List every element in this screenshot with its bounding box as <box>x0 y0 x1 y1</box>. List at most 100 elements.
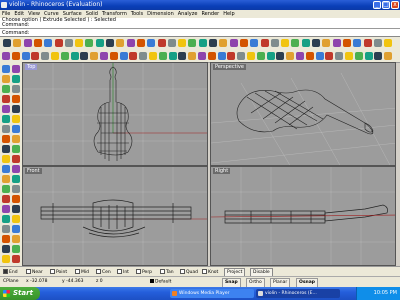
standard-tool-icon[interactable] <box>23 39 32 47</box>
standard-tool-icon[interactable] <box>54 39 63 47</box>
layer-swatch[interactable]: Default <box>150 279 171 285</box>
palette-tool-icon[interactable] <box>2 245 10 253</box>
palette-tool-icon[interactable] <box>2 85 10 93</box>
menu-render[interactable]: Render <box>199 10 221 18</box>
standard-tool-icon[interactable] <box>353 39 362 47</box>
view-tool-icon[interactable] <box>384 52 393 60</box>
view-tool-icon[interactable] <box>139 52 148 60</box>
standard-tool-icon[interactable] <box>363 39 372 47</box>
palette-tool-icon[interactable] <box>12 75 20 83</box>
view-tool-icon[interactable] <box>119 52 128 60</box>
palette-tool-icon[interactable] <box>2 155 10 163</box>
palette-tool-icon[interactable] <box>12 105 20 113</box>
view-tool-icon[interactable] <box>80 52 89 60</box>
osnap-knot[interactable]: Knot <box>202 269 218 275</box>
palette-tool-icon[interactable] <box>2 185 10 193</box>
viewport-perspective[interactable]: Perspective <box>210 62 396 166</box>
palette-tool-icon[interactable] <box>12 235 20 243</box>
view-tool-icon[interactable] <box>256 52 265 60</box>
taskbar-item-rhino[interactable]: violin - Rhinoceros (E... <box>256 289 340 298</box>
palette-tool-icon[interactable] <box>12 225 20 233</box>
palette-tool-icon[interactable] <box>12 95 20 103</box>
view-tool-icon[interactable] <box>21 52 30 60</box>
palette-tool-icon[interactable] <box>12 65 20 73</box>
view-tool-icon[interactable] <box>149 52 157 60</box>
standard-tool-icon[interactable] <box>13 39 22 47</box>
palette-tool-icon[interactable] <box>2 195 10 203</box>
palette-tool-icon[interactable] <box>12 255 20 263</box>
palette-tool-icon[interactable] <box>2 215 10 223</box>
standard-tool-icon[interactable] <box>281 39 290 47</box>
view-tool-icon[interactable] <box>178 52 187 60</box>
view-tool-icon[interactable] <box>109 52 118 60</box>
view-tool-icon[interactable] <box>41 52 50 60</box>
view-tool-icon[interactable] <box>345 52 353 60</box>
standard-tool-icon[interactable] <box>239 39 248 47</box>
standard-tool-icon[interactable] <box>64 39 73 47</box>
standard-tool-icon[interactable] <box>291 39 300 47</box>
palette-tool-icon[interactable] <box>2 65 10 73</box>
palette-tool-icon[interactable] <box>2 135 10 143</box>
viewport-title-front[interactable]: Front <box>25 168 42 174</box>
standard-tool-icon[interactable] <box>33 39 42 47</box>
palette-tool-icon[interactable] <box>12 215 20 223</box>
close-button[interactable]: x <box>391 1 399 9</box>
standard-tool-icon[interactable] <box>250 39 259 47</box>
standard-tool-icon[interactable] <box>198 39 207 47</box>
palette-tool-icon[interactable] <box>2 205 10 213</box>
viewport-right[interactable]: Right <box>210 166 396 266</box>
viewport-top[interactable]: Top <box>22 62 208 166</box>
view-tool-icon[interactable] <box>286 52 295 60</box>
view-tool-icon[interactable] <box>227 52 236 60</box>
view-tool-icon[interactable] <box>335 52 344 60</box>
view-tool-icon[interactable] <box>354 52 363 60</box>
view-tool-icon[interactable] <box>305 52 314 60</box>
command-input[interactable]: Command: <box>0 29 400 37</box>
palette-tool-icon[interactable] <box>2 125 10 133</box>
view-tool-icon[interactable] <box>70 52 79 60</box>
view-tool-icon[interactable] <box>315 52 324 60</box>
view-tool-icon[interactable] <box>2 52 10 60</box>
palette-tool-icon[interactable] <box>2 95 10 103</box>
standard-tool-icon[interactable] <box>209 39 217 47</box>
palette-tool-icon[interactable] <box>2 165 10 173</box>
standard-tool-icon[interactable] <box>106 39 114 47</box>
osnap-mid[interactable]: Mid <box>75 269 89 275</box>
osnap-perp[interactable]: Perp <box>136 269 152 275</box>
standard-tool-icon[interactable] <box>219 39 228 47</box>
standard-tool-icon[interactable] <box>229 39 238 47</box>
standard-tool-icon[interactable] <box>270 39 279 47</box>
view-tool-icon[interactable] <box>31 52 40 60</box>
menu-analyze[interactable]: Analyze <box>176 10 200 18</box>
palette-tool-icon[interactable] <box>12 145 20 153</box>
standard-tool-icon[interactable] <box>373 39 382 47</box>
standard-tool-icon[interactable] <box>332 39 341 47</box>
standard-tool-icon[interactable] <box>384 39 393 47</box>
standard-tool-icon[interactable] <box>167 39 176 47</box>
view-tool-icon[interactable] <box>276 52 285 60</box>
osnap-quad[interactable]: Quad <box>180 269 198 275</box>
view-tool-icon[interactable] <box>100 52 108 60</box>
view-tool-icon[interactable] <box>374 52 383 60</box>
view-tool-icon[interactable] <box>207 52 216 60</box>
viewport-front[interactable]: Front <box>22 166 208 266</box>
standard-tool-icon[interactable] <box>95 39 104 47</box>
standard-tool-icon[interactable] <box>85 39 94 47</box>
palette-tool-icon[interactable] <box>12 135 20 143</box>
palette-tool-icon[interactable] <box>12 165 20 173</box>
palette-tool-icon[interactable] <box>12 155 20 163</box>
view-tool-icon[interactable] <box>129 52 138 60</box>
palette-tool-icon[interactable] <box>12 175 20 183</box>
menu-dimension[interactable]: Dimension <box>145 10 176 18</box>
view-tool-icon[interactable] <box>60 52 69 60</box>
palette-tool-icon[interactable] <box>2 175 10 183</box>
palette-tool-icon[interactable] <box>12 125 20 133</box>
view-tool-icon[interactable] <box>168 52 177 60</box>
palette-tool-icon[interactable] <box>2 145 10 153</box>
rhino-app-icon[interactable] <box>1 2 7 8</box>
palette-tool-icon[interactable] <box>12 85 20 93</box>
standard-tool-icon[interactable] <box>188 39 197 47</box>
view-tool-icon[interactable] <box>51 52 59 60</box>
view-tool-icon[interactable] <box>266 52 275 60</box>
osnap-point[interactable]: Point <box>50 269 67 275</box>
